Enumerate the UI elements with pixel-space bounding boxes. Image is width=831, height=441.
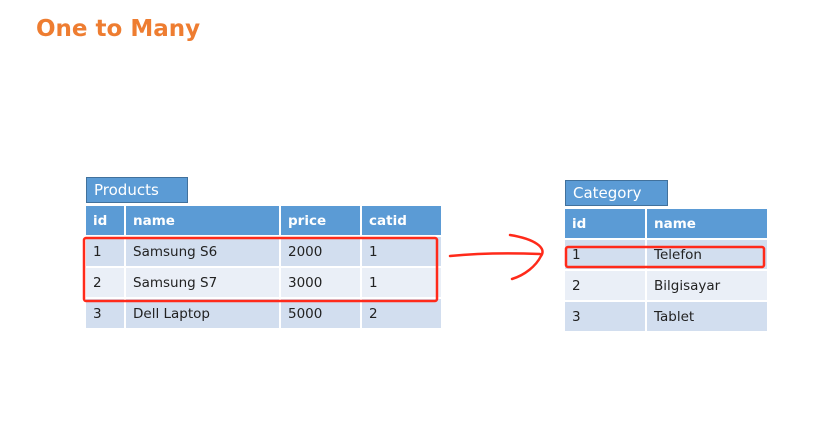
products-cell-id: 2 xyxy=(86,267,126,299)
products-header-name: name xyxy=(125,206,281,237)
category-row: 3 Tablet xyxy=(565,301,767,333)
category-cell-name: Telefon xyxy=(646,239,767,271)
products-cell-catid: 1 xyxy=(361,267,441,299)
products-row: 1 Samsung S6 2000 1 xyxy=(86,236,441,268)
products-cell-name: Samsung S7 xyxy=(125,267,281,299)
category-table-label: Category xyxy=(565,180,668,206)
products-cell-price: 2000 xyxy=(280,236,362,268)
products-header-row: id name price catid xyxy=(86,206,441,237)
category-cell-id: 3 xyxy=(565,301,647,333)
products-header-catid: catid xyxy=(361,206,441,237)
products-cell-price: 3000 xyxy=(280,267,362,299)
products-row: 2 Samsung S7 3000 1 xyxy=(86,267,441,299)
products-cell-catid: 2 xyxy=(361,298,441,330)
category-row: 1 Telefon xyxy=(565,239,767,271)
category-header-row: id name xyxy=(565,209,767,240)
products-cell-id: 3 xyxy=(86,298,126,330)
category-cell-id: 1 xyxy=(565,239,647,271)
category-cell-name: Tablet xyxy=(646,301,767,333)
relation-arrow-icon xyxy=(448,233,544,281)
products-cell-name: Samsung S6 xyxy=(125,236,281,268)
category-table: id name 1 Telefon 2 Bilgisayar 3 Tablet xyxy=(565,209,767,333)
products-cell-price: 5000 xyxy=(280,298,362,330)
slide-title: One to Many xyxy=(36,16,201,42)
category-row: 2 Bilgisayar xyxy=(565,270,767,302)
products-header-id: id xyxy=(86,206,126,237)
products-table-label: Products xyxy=(86,177,188,203)
category-header-id: id xyxy=(565,209,647,240)
products-cell-name: Dell Laptop xyxy=(125,298,281,330)
category-cell-id: 2 xyxy=(565,270,647,302)
category-cell-name: Bilgisayar xyxy=(646,270,767,302)
products-cell-id: 1 xyxy=(86,236,126,268)
products-row: 3 Dell Laptop 5000 2 xyxy=(86,298,441,330)
category-header-name: name xyxy=(646,209,767,240)
products-table: id name price catid 1 Samsung S6 2000 1 … xyxy=(86,206,441,330)
products-header-price: price xyxy=(280,206,362,237)
products-cell-catid: 1 xyxy=(361,236,441,268)
slide: One to Many Products id name price catid… xyxy=(0,0,831,441)
